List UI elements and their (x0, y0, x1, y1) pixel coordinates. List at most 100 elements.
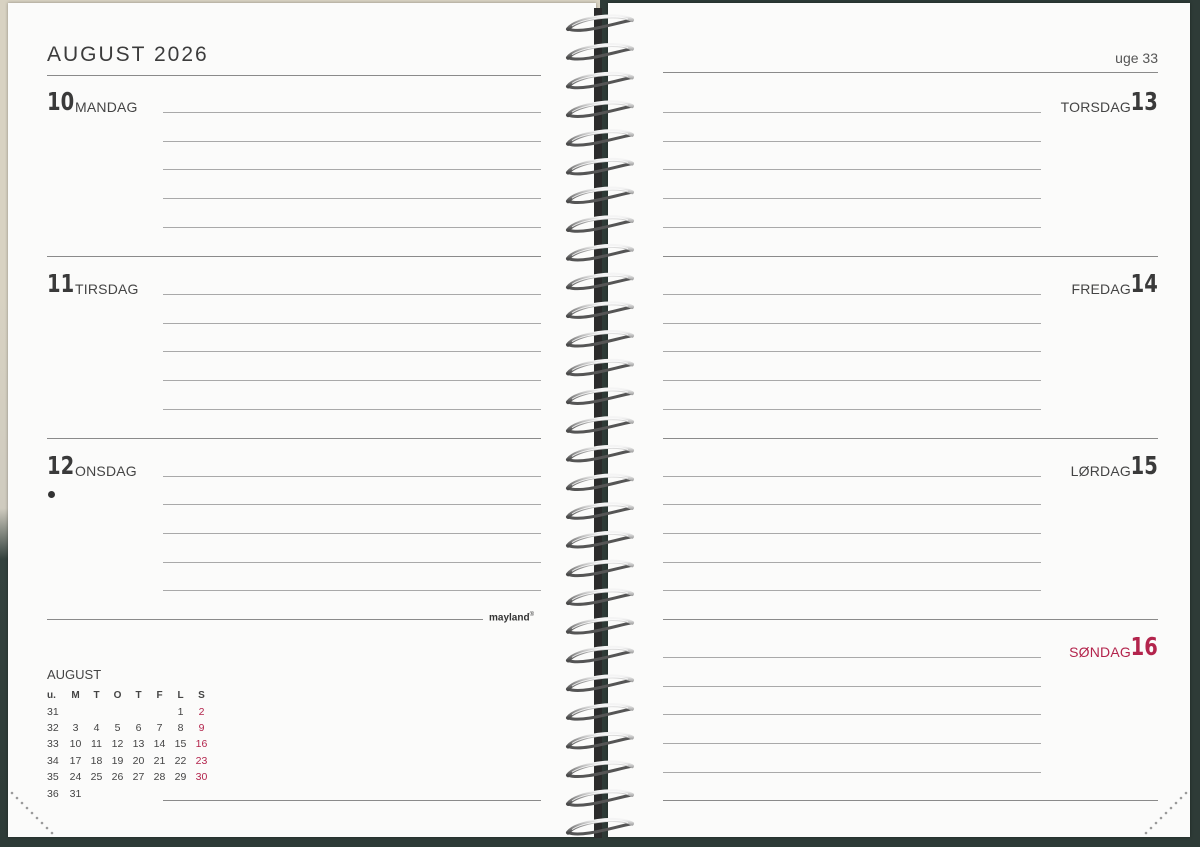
calendar-day: 5 (114, 721, 121, 734)
write-line[interactable] (163, 294, 541, 295)
calendar-day: 26 (111, 771, 124, 784)
calendar-day: 17 (69, 754, 82, 767)
day-number-10: 10 (47, 87, 75, 116)
write-line[interactable] (663, 169, 1041, 170)
mini-calendar-week-row: 35 24 25 26 27 28 29 30 (44, 769, 212, 785)
mini-calendar-header: u. M T O T F L S (44, 687, 212, 703)
day-number-13: 13 (1130, 87, 1158, 116)
calendar-day: 6 (135, 721, 142, 734)
write-line[interactable] (663, 476, 1041, 477)
weekday-header: F (156, 689, 163, 701)
write-line[interactable] (163, 562, 541, 563)
write-line[interactable] (663, 351, 1041, 352)
write-line[interactable] (663, 714, 1041, 715)
calendar-day: 19 (111, 754, 124, 767)
write-line[interactable] (663, 562, 1041, 563)
calendar-day: 25 (90, 771, 103, 784)
calendar-day: 29 (174, 771, 187, 784)
write-line[interactable] (663, 686, 1041, 687)
day-number-11: 11 (47, 269, 75, 298)
mini-calendar-title: AUGUST (47, 667, 102, 682)
write-line[interactable] (663, 409, 1041, 410)
week-number: 34 (47, 754, 59, 767)
calendar-day: 8 (177, 721, 184, 734)
day-divider (663, 619, 1158, 620)
write-line[interactable] (163, 227, 541, 228)
calendar-day: 14 (153, 738, 166, 751)
day-name-torsdag: TORSDAG (1060, 99, 1131, 115)
write-line[interactable] (163, 198, 541, 199)
day-name-lordag: LØRDAG (1070, 463, 1131, 479)
day-number-12: 12 (47, 451, 75, 480)
write-line[interactable] (163, 380, 541, 381)
right-page: uge 33 TORSDAG 13 FREDAG 14 LØRDAG 15 SØ… (608, 3, 1190, 837)
day-name-onsdag: ONSDAG (75, 463, 137, 479)
write-line[interactable] (663, 380, 1041, 381)
day-name-fredag: FREDAG (1071, 281, 1131, 297)
write-line[interactable] (663, 772, 1041, 773)
day-divider (663, 256, 1158, 257)
mini-calendar-week-row: 31 1 2 (44, 703, 212, 719)
week-number: 33 (47, 738, 59, 751)
calendar-day: 24 (69, 771, 82, 784)
calendar-day: 11 (91, 738, 102, 751)
day-name-sondag: SØNDAG (1069, 644, 1131, 660)
write-line[interactable] (663, 590, 1041, 591)
bottom-rule (663, 800, 1158, 801)
calendar-day: 16 (195, 738, 208, 751)
week-number: 31 (47, 705, 59, 718)
mini-calendar-week-row: 33 10 11 12 13 14 15 16 (44, 736, 212, 752)
write-line[interactable] (663, 743, 1041, 744)
left-page: AUGUST 2026 10 MANDAG 11 TIRSDAG 12 ONSD… (8, 3, 596, 837)
calendar-day: 21 (153, 754, 166, 767)
day-name-mandag: MANDAG (75, 99, 138, 115)
write-line[interactable] (163, 590, 541, 591)
write-line[interactable] (663, 533, 1041, 534)
write-line[interactable] (163, 409, 541, 410)
write-line[interactable] (163, 112, 541, 113)
write-line[interactable] (663, 294, 1041, 295)
week-number: 32 (47, 721, 59, 734)
day-name-tirsdag: TIRSDAG (75, 281, 139, 297)
mini-calendar-week-row: 32 3 4 5 6 7 8 9 (44, 720, 212, 736)
write-line[interactable] (163, 504, 541, 505)
calendar-day: 18 (90, 754, 103, 767)
calendar-day: 27 (132, 771, 145, 784)
write-line[interactable] (163, 323, 541, 324)
write-line[interactable] (163, 533, 541, 534)
weekday-header: L (177, 689, 184, 701)
write-line[interactable] (663, 657, 1041, 658)
day-number-16: 16 (1130, 632, 1158, 661)
calendar-day: 22 (174, 754, 187, 767)
spiral-binding (562, 0, 638, 847)
notes-rule (163, 800, 541, 801)
weekday-header: O (113, 689, 122, 701)
calendar-day: 13 (132, 738, 145, 751)
calendar-day: 28 (153, 771, 166, 784)
calendar-day: 7 (156, 721, 163, 734)
calendar-day: 1 (177, 705, 184, 718)
write-line[interactable] (663, 112, 1041, 113)
write-line[interactable] (163, 351, 541, 352)
week-number: 35 (47, 771, 59, 784)
day-divider (663, 438, 1158, 439)
write-line[interactable] (663, 504, 1041, 505)
write-line[interactable] (663, 141, 1041, 142)
weekday-header: M (71, 689, 80, 701)
calendar-day: 30 (195, 771, 208, 784)
write-line[interactable] (663, 198, 1041, 199)
weekday-header: S (198, 689, 205, 701)
write-line[interactable] (663, 227, 1041, 228)
mini-calendar: u. M T O T F L S 31 1 2 32 3 4 5 6 7 8 9 33 10 11 12 13 14 15 16 34… (44, 687, 212, 802)
corner-decoration-icon (10, 791, 54, 835)
write-line[interactable] (163, 476, 541, 477)
calendar-day: 4 (93, 721, 100, 734)
write-line[interactable] (663, 323, 1041, 324)
write-line[interactable] (163, 141, 541, 142)
write-line[interactable] (163, 169, 541, 170)
calendar-day: 3 (72, 721, 79, 734)
month-title: AUGUST 2026 (47, 43, 209, 66)
weekday-header: T (135, 689, 142, 701)
calendar-day: 15 (174, 738, 187, 751)
calendar-day: 23 (195, 754, 208, 767)
